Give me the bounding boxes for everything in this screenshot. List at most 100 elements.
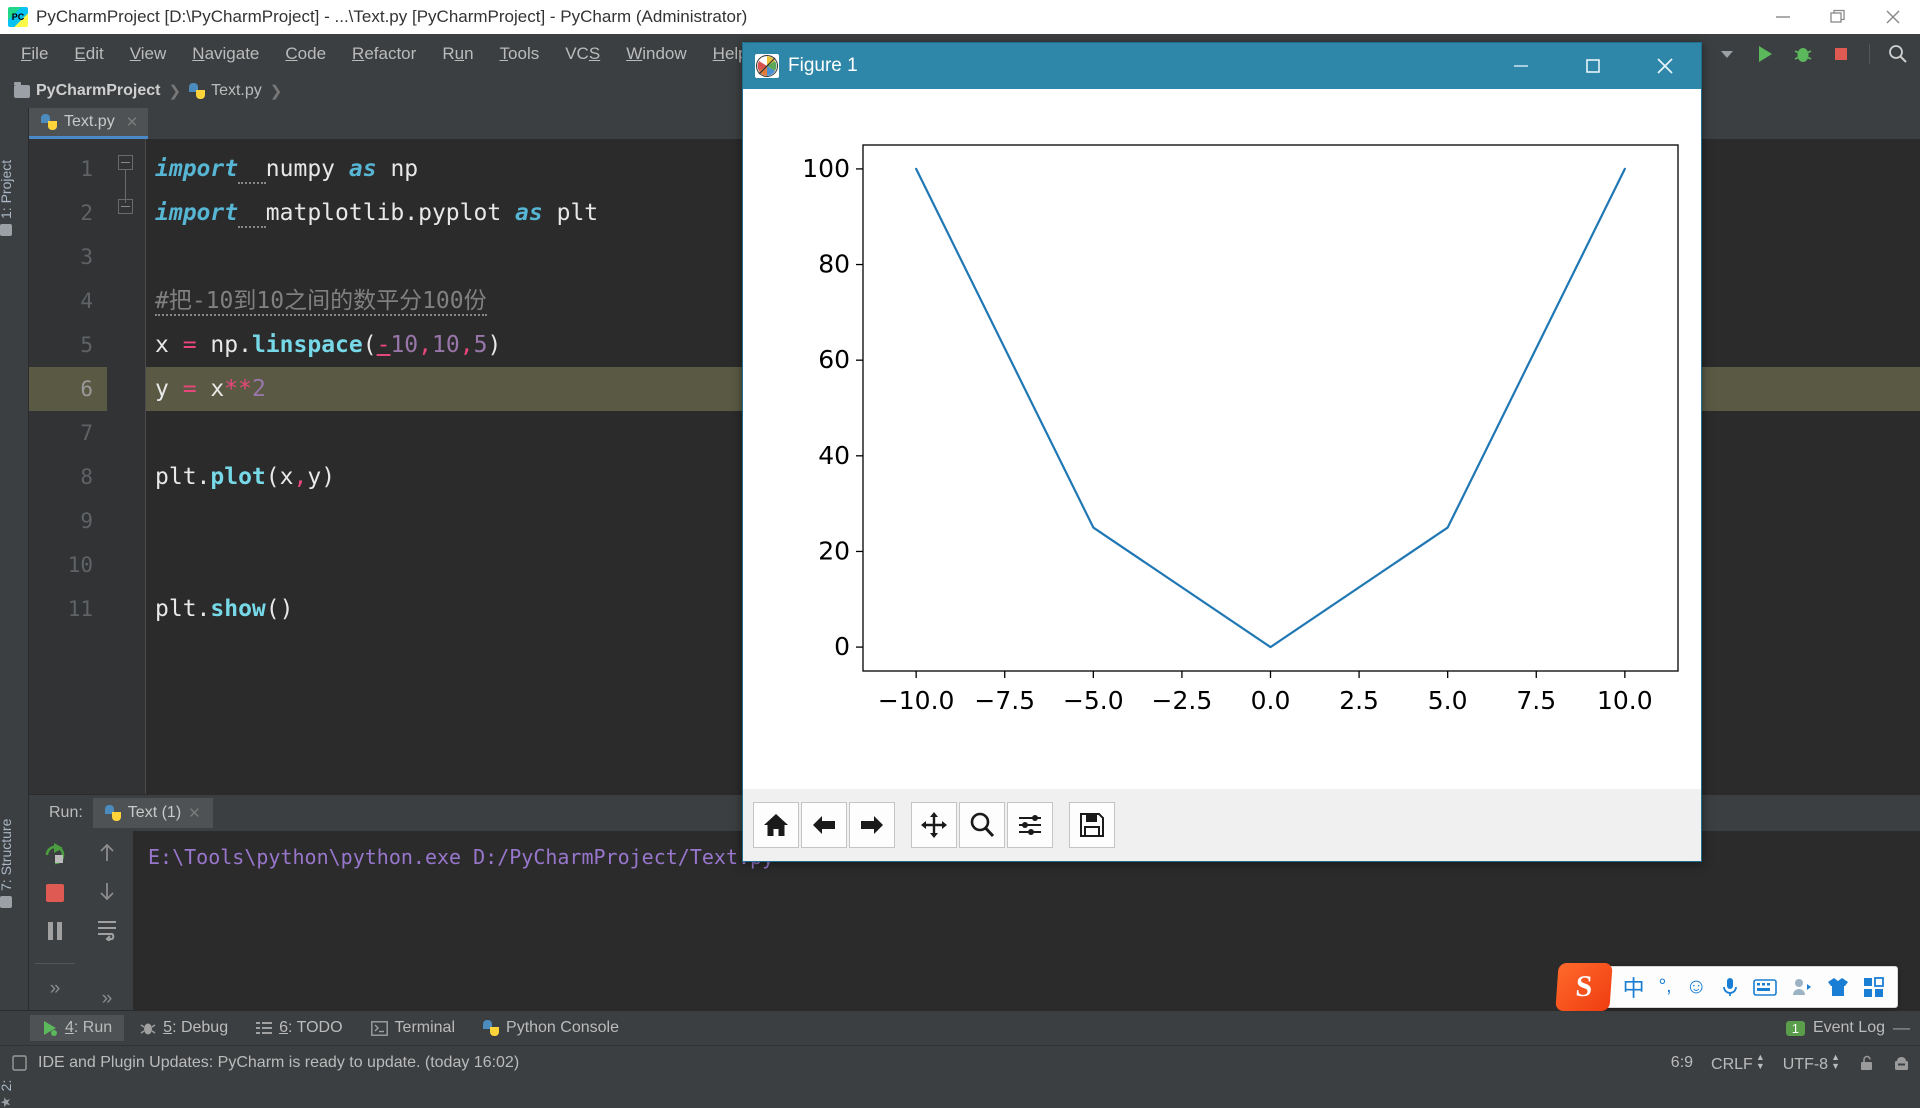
menu-item-edit[interactable]: Edit — [61, 40, 116, 68]
minimize-icon[interactable] — [1485, 43, 1557, 89]
left-tool-strip: 1: Project 7: Structure ★ 2: Favorites — [0, 108, 29, 1010]
sidebar-item-structure[interactable]: 7: Structure — [0, 819, 14, 908]
main-toolbar — [1711, 34, 1914, 74]
menu-item-code[interactable]: Code — [272, 40, 339, 68]
stop-icon[interactable] — [1825, 38, 1857, 70]
menu-item-view[interactable]: View — [117, 40, 180, 68]
status-message[interactable]: IDE and Plugin Updates: PyCharm is ready… — [38, 1054, 519, 1072]
line-separator-selector[interactable]: CRLF▲▼ — [1711, 1053, 1765, 1074]
breadcrumb-separator-2: ❯ — [270, 82, 283, 100]
home-icon[interactable] — [753, 802, 799, 848]
breadcrumb-file[interactable]: Text.py — [189, 82, 262, 100]
expand-icon[interactable]: » — [102, 988, 113, 1010]
chinese-mode-icon[interactable]: 中 — [1623, 971, 1645, 1003]
sogou-logo[interactable]: S — [1555, 963, 1612, 1011]
line-number: 11 — [29, 587, 107, 631]
menu-item-window[interactable]: Window — [613, 40, 699, 68]
figure-window[interactable]: Figure 1 020406080100−10.0−7.5−5.0−2.50.… — [742, 42, 1702, 862]
stop-icon[interactable] — [43, 881, 67, 905]
menu-item-vcs[interactable]: VCS — [552, 40, 613, 68]
soft-keyboard-icon[interactable] — [1753, 979, 1777, 996]
user-icon[interactable] — [1791, 978, 1813, 996]
toolbox-icon[interactable] — [1863, 977, 1885, 997]
search-icon[interactable] — [1882, 38, 1914, 70]
event-log-label: Event Log — [1813, 1019, 1885, 1037]
minimize-icon[interactable]: — — [1893, 1018, 1910, 1038]
expand-icon[interactable]: » — [50, 978, 61, 1000]
editor-tab-text-py[interactable]: Text.py ✕ — [29, 108, 148, 139]
pan-icon[interactable] — [911, 802, 957, 848]
code-folding-gutter[interactable] — [107, 139, 145, 794]
line-number: 4 — [29, 279, 107, 323]
svg-text:0: 0 — [834, 632, 850, 661]
emoji-icon[interactable]: ☺ — [1686, 975, 1707, 999]
figure-toolbar — [743, 789, 1701, 861]
restore-icon[interactable] — [1810, 0, 1865, 34]
save-icon[interactable] — [1069, 802, 1115, 848]
menu-item-tools[interactable]: Tools — [487, 40, 553, 68]
rerun-icon[interactable] — [42, 841, 68, 867]
ime-toolbar[interactable]: S 中 °, ☺ — [1566, 966, 1898, 1008]
python-file-icon — [41, 114, 57, 130]
status-bar: IDE and Plugin Updates: PyCharm is ready… — [0, 1045, 1920, 1080]
line-number: 9 — [29, 499, 107, 543]
back-arrow-icon[interactable] — [801, 802, 847, 848]
line-number: 8 — [29, 455, 107, 499]
window-controls — [1755, 0, 1920, 34]
tool-window-todo[interactable]: 6: TODO — [244, 1015, 354, 1041]
fold-marker-icon[interactable] — [118, 155, 133, 170]
svg-text:10.0: 10.0 — [1597, 686, 1653, 715]
svg-text:7.5: 7.5 — [1516, 686, 1556, 715]
tool-window-run[interactable]: 4: Run — [30, 1015, 124, 1041]
caret-position[interactable]: 6:9 — [1671, 1054, 1693, 1072]
plot-area[interactable]: 020406080100−10.0−7.5−5.0−2.50.02.55.07.… — [743, 89, 1701, 789]
svg-text:60: 60 — [818, 345, 850, 374]
maximize-icon[interactable] — [1557, 43, 1629, 89]
fold-marker-icon[interactable] — [118, 199, 133, 214]
svg-text:40: 40 — [818, 441, 850, 470]
python-icon — [483, 1020, 499, 1036]
editor-tab-label: Text.py — [64, 113, 115, 131]
scroll-down-icon[interactable] — [95, 879, 119, 903]
minimize-icon[interactable] — [1755, 0, 1810, 34]
menu-item-refactor[interactable]: Refactor — [339, 40, 429, 68]
tool-window-terminal[interactable]: Terminal — [359, 1015, 467, 1041]
tool-window-debug[interactable]: 5: Debug — [128, 1015, 240, 1041]
tool-window-python-console[interactable]: Python Console — [471, 1015, 631, 1041]
menu-item-navigate[interactable]: Navigate — [179, 40, 272, 68]
debug-icon[interactable] — [1787, 38, 1819, 70]
run-config-dropdown[interactable] — [1711, 38, 1743, 70]
menu-item-file[interactable]: FFileile — [8, 40, 61, 68]
run-tab[interactable]: Text (1) ✕ — [93, 798, 213, 828]
star-icon: ★ — [0, 1096, 14, 1108]
inspection-icon[interactable] — [1893, 1055, 1910, 1072]
close-icon[interactable]: ✕ — [188, 804, 201, 822]
close-icon[interactable] — [1629, 43, 1701, 89]
status-bar-right: 6:9 CRLF▲▼ UTF-8▲▼ — [1671, 1053, 1910, 1074]
skin-icon[interactable] — [1827, 977, 1849, 997]
configure-subplots-icon[interactable] — [1007, 802, 1053, 848]
run-tab-label: Text (1) — [128, 804, 181, 822]
unlocked-icon[interactable] — [1858, 1055, 1875, 1072]
close-icon[interactable] — [1865, 0, 1920, 34]
punctuation-icon[interactable]: °, — [1659, 976, 1672, 998]
project-icon — [0, 224, 12, 236]
voice-input-icon[interactable] — [1721, 977, 1739, 997]
notification-icon — [12, 1055, 28, 1071]
forward-arrow-icon[interactable] — [849, 802, 895, 848]
close-icon[interactable]: ✕ — [126, 113, 139, 131]
soft-wrap-icon[interactable] — [95, 917, 119, 941]
scroll-up-icon[interactable] — [95, 841, 119, 865]
menu-item-run[interactable]: Run — [429, 40, 486, 68]
sidebar-item-project[interactable]: 1: Project — [0, 160, 14, 236]
zoom-icon[interactable] — [959, 802, 1005, 848]
encoding-selector[interactable]: UTF-8▲▼ — [1783, 1053, 1840, 1074]
figure-canvas[interactable]: 020406080100−10.0−7.5−5.0−2.50.02.55.07.… — [743, 89, 1701, 789]
figure-titlebar[interactable]: Figure 1 — [743, 43, 1701, 89]
breadcrumb-project[interactable]: PyCharmProject — [14, 82, 161, 100]
run-icon[interactable] — [1749, 38, 1781, 70]
event-log-area[interactable]: 1 Event Log — — [1786, 1018, 1910, 1038]
breadcrumb-separator: ❯ — [169, 82, 182, 100]
pause-icon[interactable] — [43, 919, 67, 943]
run-panel-label: Run: — [49, 804, 83, 822]
